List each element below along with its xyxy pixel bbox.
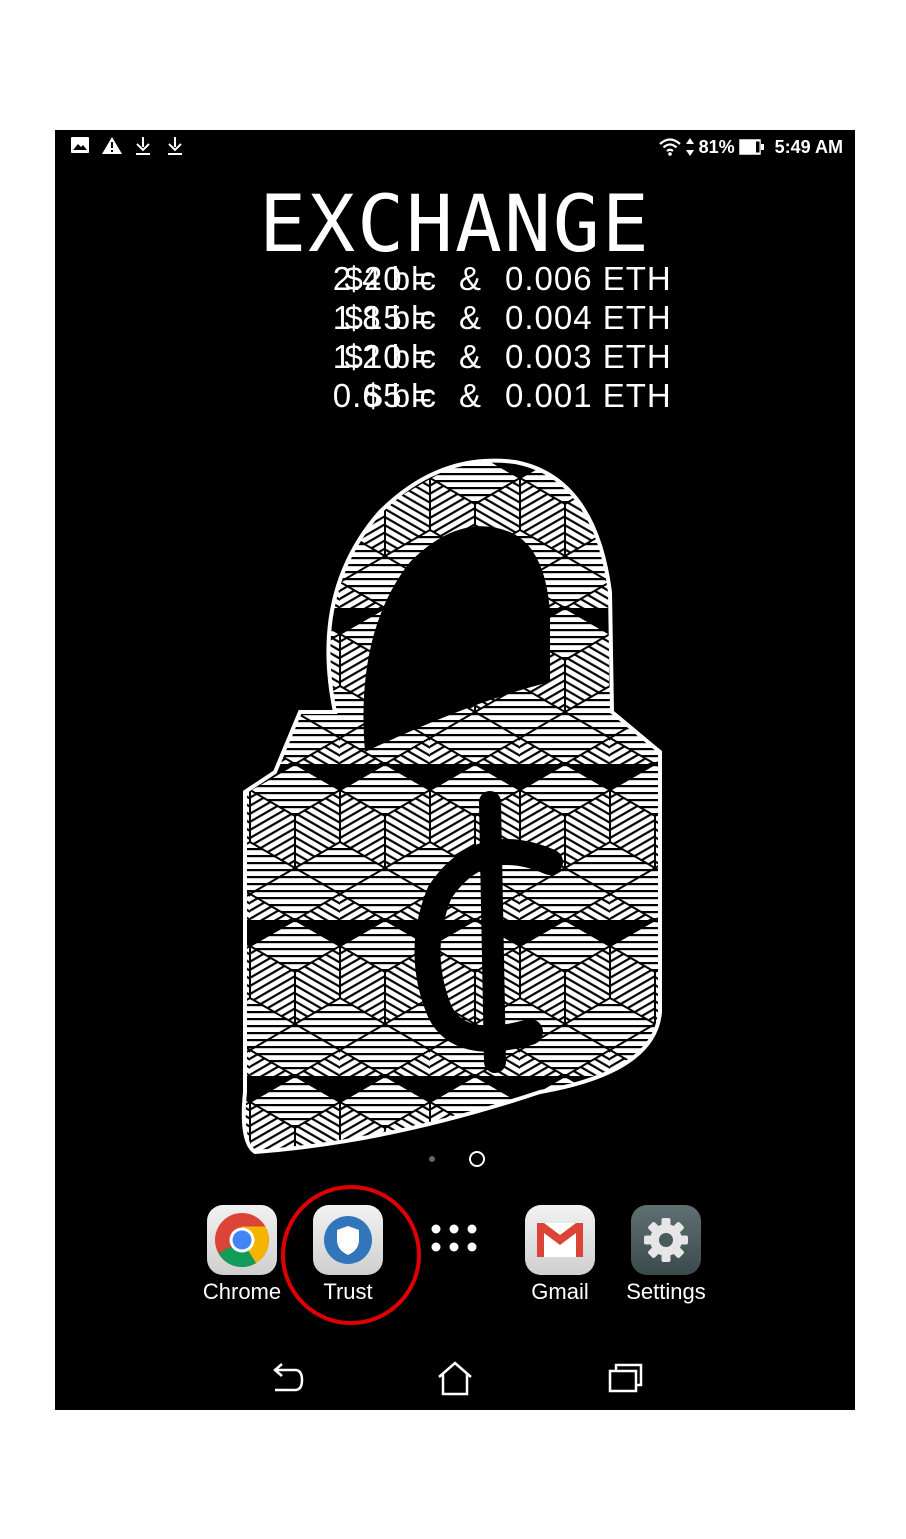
download-icon <box>136 137 150 155</box>
rate-eth: 0.006 ETH <box>505 260 672 297</box>
clock: 5:49 AM <box>774 136 843 157</box>
page-dot[interactable] <box>429 1156 435 1162</box>
dock-app-gmail[interactable]: Gmail <box>510 1205 610 1305</box>
rate-row: $15 = 1.8 blc & 0.004 ETH <box>55 299 855 337</box>
image-icon <box>71 137 89 153</box>
rate-row: $5 = 0.6 blc & 0.001 ETH <box>55 377 855 415</box>
app-drawer-icon[interactable] <box>419 1205 489 1275</box>
rate-amp: & <box>459 377 483 414</box>
data-arrows-icon <box>685 138 694 156</box>
trust-highlight-circle <box>281 1185 421 1325</box>
wallpaper-title: EXCHANGE <box>259 180 651 270</box>
chrome-icon[interactable] <box>207 1205 277 1275</box>
home-icon[interactable] <box>435 1360 475 1396</box>
settings-gear-icon[interactable] <box>631 1205 701 1275</box>
rate-amp: & <box>459 260 483 297</box>
wifi-icon <box>658 138 681 156</box>
rate-row: $20 = 2.4 blc & 0.006 ETH <box>55 260 855 298</box>
rate-blc: 1.8 blc <box>332 299 437 336</box>
recents-icon[interactable] <box>605 1360 645 1396</box>
rate-eth: 0.001 ETH <box>505 377 672 414</box>
rate-eth: 0.003 ETH <box>505 338 672 375</box>
dock-app-chrome[interactable]: Chrome <box>192 1205 292 1305</box>
rate-eth: 0.004 ETH <box>505 299 672 336</box>
status-right: 81% 5:49 AM <box>658 136 843 158</box>
page-indicator <box>55 1150 855 1170</box>
rate-blc: 1.2 blc <box>332 338 437 375</box>
rate-blc: 2.4 blc <box>332 260 437 297</box>
back-icon[interactable] <box>265 1360 305 1396</box>
download-icon <box>168 137 182 155</box>
app-label: Settings <box>626 1279 706 1304</box>
page-dot-current[interactable] <box>469 1151 485 1167</box>
phone-screen: 81% 5:49 AM EXCHANGE $20 = 2.4 blc & 0.0… <box>55 130 855 1410</box>
status-bar: 81% 5:49 AM <box>55 130 855 164</box>
warning-icon <box>102 137 122 154</box>
app-drawer-button[interactable] <box>404 1205 504 1279</box>
rate-blc: 0.6 blc <box>332 377 437 414</box>
padlock-wallpaper-image <box>241 458 662 1155</box>
rate-row: $10 = 1.2 blc & 0.003 ETH <box>55 338 855 376</box>
app-label: Gmail <box>531 1279 589 1304</box>
battery-percentage: 81% <box>698 136 735 157</box>
app-label: Chrome <box>202 1279 282 1304</box>
rate-amp: & <box>459 299 483 336</box>
battery-icon <box>738 139 764 155</box>
rate-amp: & <box>459 338 483 375</box>
dock-app-settings[interactable]: Settings <box>616 1205 716 1305</box>
gmail-icon[interactable] <box>525 1205 595 1275</box>
